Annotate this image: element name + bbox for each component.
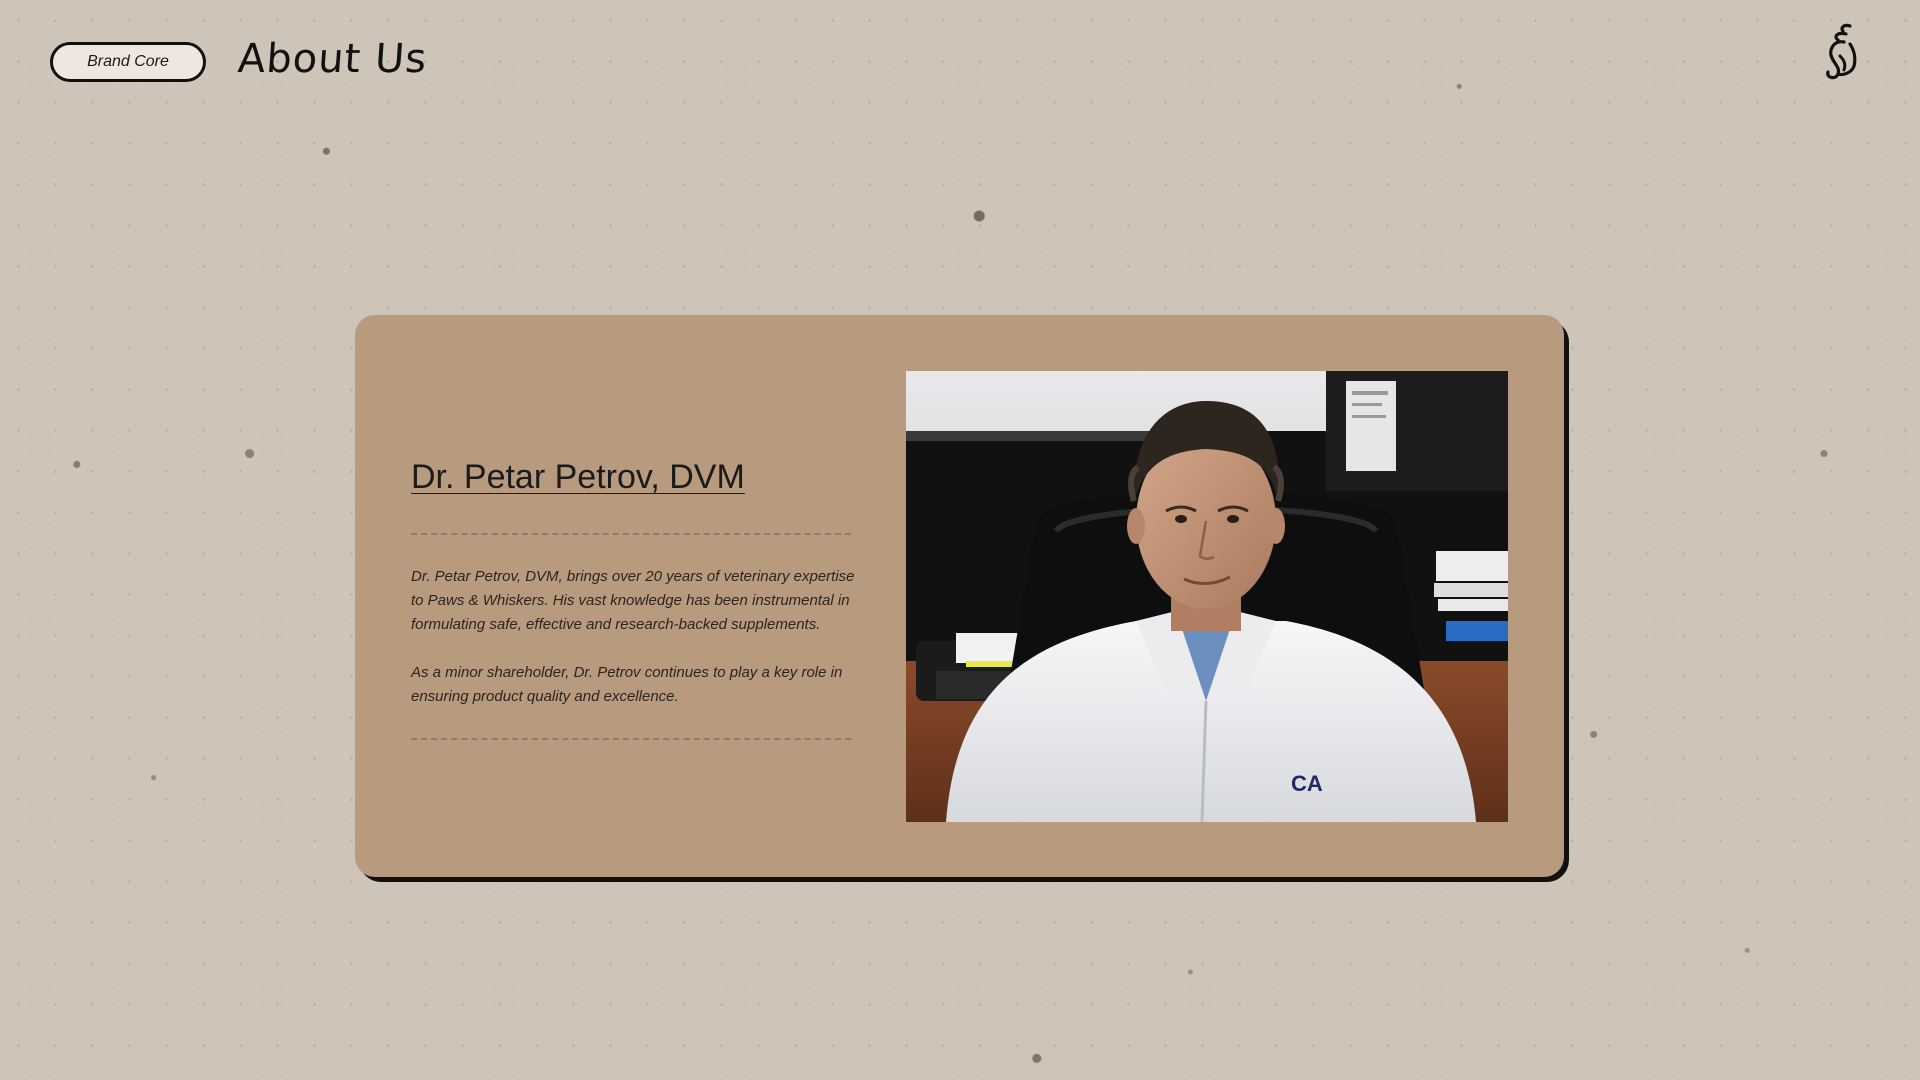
divider-top [411, 533, 851, 535]
brand-core-label: Brand Core [87, 53, 169, 70]
bio-paragraph: Dr. Petar Petrov, DVM, brings over 20 ye… [411, 568, 855, 633]
page-title: About Us [236, 36, 429, 82]
doctor-name: Dr. Petar Petrov, DVM [411, 458, 745, 496]
brand-core-button[interactable]: Brand Core [50, 42, 206, 82]
profile-card: Dr. Petar Petrov, DVM Dr. Petar Petrov, … [355, 315, 1564, 877]
divider-bottom [411, 738, 851, 740]
coat-logo-text: CA [1291, 771, 1323, 796]
doctor-photo: CA [906, 371, 1508, 822]
bio-paragraph: As a minor shareholder, Dr. Petrov conti… [411, 664, 843, 705]
logo-icon[interactable] [1816, 20, 1862, 82]
